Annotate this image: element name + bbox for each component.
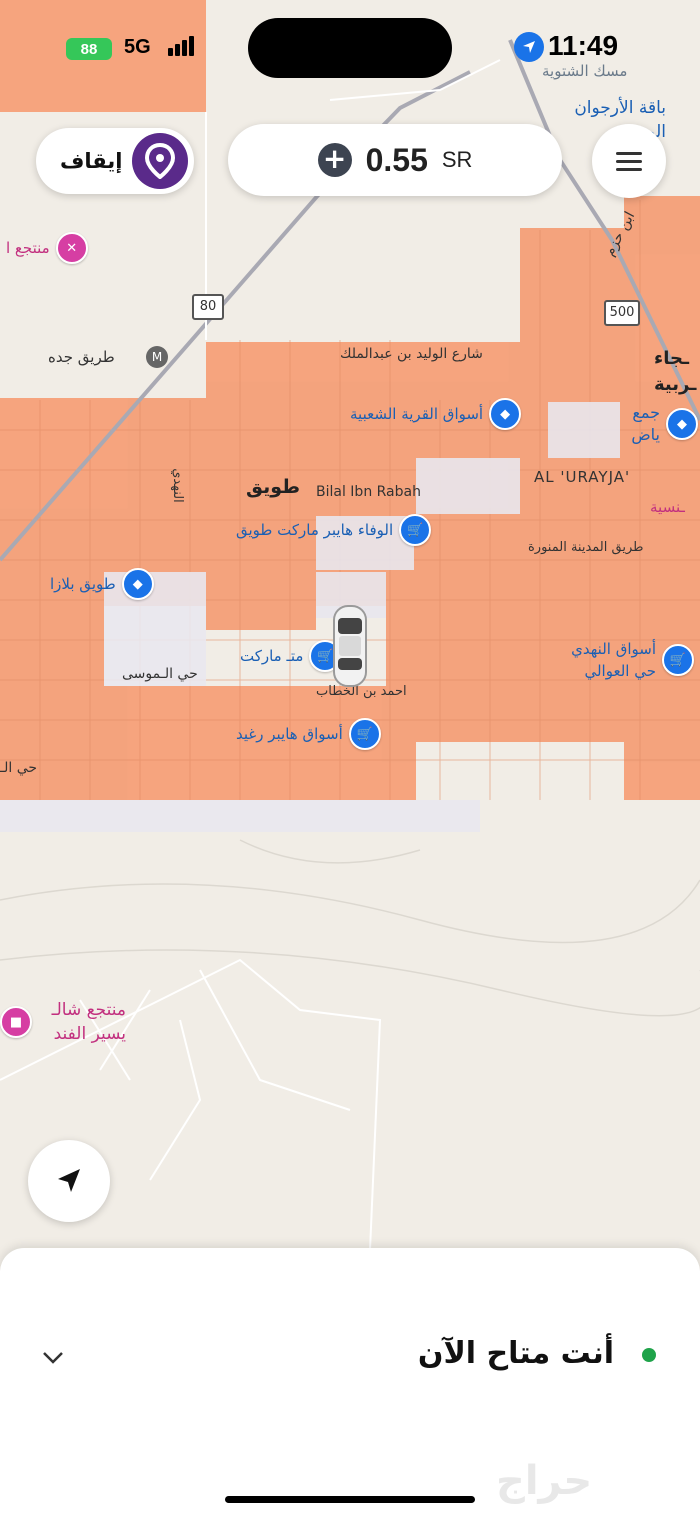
hotel-bed-icon: ■ xyxy=(0,1006,32,1038)
recenter-button[interactable] xyxy=(28,1140,110,1222)
dynamic-island xyxy=(248,18,452,78)
place-label: طريق جده xyxy=(48,348,115,366)
stop-button[interactable]: إيقاف xyxy=(36,128,194,194)
metro-station-icon: M xyxy=(146,346,168,368)
poi-resort-top[interactable]: ✕ منتجع ا xyxy=(6,232,88,264)
poi-hypermarket[interactable]: 🛒 الوفاء هايبر ماركت طويق xyxy=(236,514,432,546)
place-label: ـنسية xyxy=(650,498,685,516)
district-label: حي الـ xyxy=(0,760,38,776)
district-label: ـجاء ـربية xyxy=(654,348,697,395)
watermark-logo: حراج xyxy=(496,1458,593,1504)
district-label: AL 'URAYJA' xyxy=(534,468,631,486)
poi-resort[interactable]: منتجع شالـ يسير الفند ■ xyxy=(0,998,126,1046)
hamburger-icon xyxy=(616,151,642,155)
district-label: طويق xyxy=(246,476,301,498)
poi-nahdi[interactable]: 🛒 أسواق النهدي حي العوالي xyxy=(566,638,694,682)
chevron-down-icon[interactable] xyxy=(38,1343,68,1373)
shopping-bag-icon: ◆ xyxy=(666,408,698,440)
online-status-dot xyxy=(642,1348,656,1362)
poi-souq[interactable]: ◆ أسواق القرية الشعبية xyxy=(350,398,522,430)
add-funds-icon[interactable]: + xyxy=(317,143,352,177)
shopping-cart-icon: 🛒 xyxy=(348,718,381,750)
resort-icon: ✕ xyxy=(55,232,88,264)
shopping-bag-icon: ◆ xyxy=(489,398,522,430)
district-label: حي الـموسى xyxy=(122,666,198,682)
street-label: شارع الوليد بن عبدالملك xyxy=(340,346,483,362)
availability-status: أنت متاح الآن xyxy=(417,1336,614,1371)
shopping-cart-icon: 🛒 xyxy=(662,644,694,676)
balance-pill[interactable]: + 0.55 SR xyxy=(228,124,562,196)
stop-button-label: إيقاف xyxy=(60,149,123,173)
shopping-bag-icon: ◆ xyxy=(121,568,154,600)
location-services-icon xyxy=(514,32,544,62)
menu-button[interactable] xyxy=(592,124,666,198)
signal-strength-icon xyxy=(168,36,194,56)
status-bar: 88 5G 11:49 xyxy=(0,0,700,96)
street-label: طريق المدينة المنورة xyxy=(528,540,644,555)
clock: 11:49 xyxy=(548,30,619,61)
poi-hyper-raghid[interactable]: 🛒 أسواق هايبر رغيد xyxy=(236,718,381,750)
shopping-cart-icon: 🛒 xyxy=(399,514,432,546)
poi-mall[interactable]: ◆ جمع ياض xyxy=(620,402,698,446)
status-sheet[interactable]: أنت متاح الآن xyxy=(0,1248,700,1518)
location-pin-icon xyxy=(132,133,188,189)
road-shield-500: 500 xyxy=(604,300,640,326)
home-indicator[interactable] xyxy=(225,1496,475,1503)
battery-indicator: 88 xyxy=(66,38,112,60)
balance-currency: SR xyxy=(441,147,473,172)
road-shield-80: 80 xyxy=(192,294,224,320)
street-label: النهدي xyxy=(169,468,185,503)
navigation-arrow-icon xyxy=(58,1169,80,1192)
poi-market[interactable]: 🛒 متـ ماركت xyxy=(240,640,342,672)
vehicle-marker xyxy=(333,605,367,687)
network-type: 5G xyxy=(124,36,151,58)
poi-plaza[interactable]: ◆ طويق بلازا xyxy=(50,568,154,600)
street-label: Bilal Ibn Rabah xyxy=(316,484,421,500)
balance-amount: 0.55 xyxy=(365,141,428,178)
